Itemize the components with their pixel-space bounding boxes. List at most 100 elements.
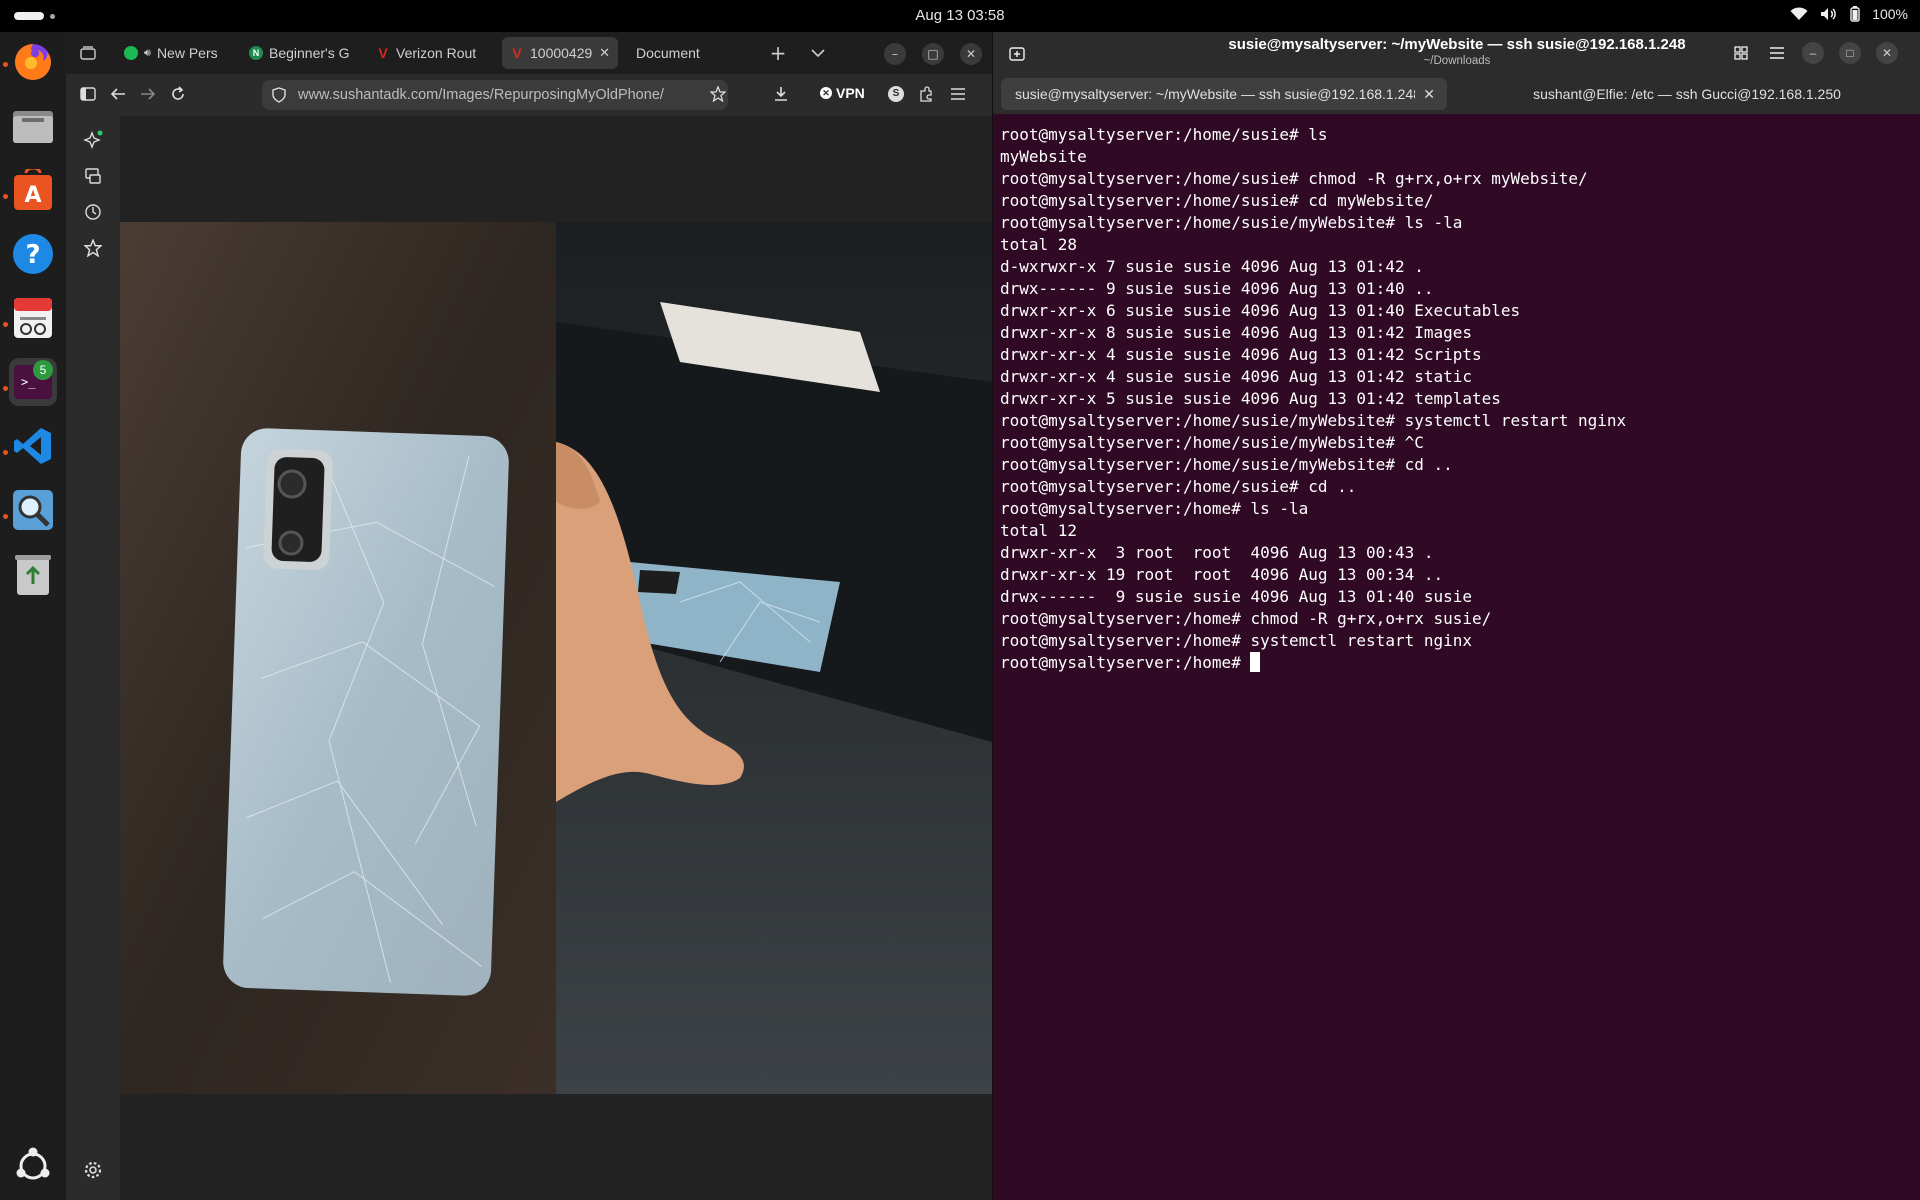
close-window-button[interactable]: ✕ [1876,42,1898,64]
terminal-line: root@mysaltyserver:/home/susie/myWebsite… [1000,411,1627,430]
tab-label: Beginner's G [269,45,350,61]
speaker-icon: 🔊︎ [144,46,151,59]
minimize-button[interactable]: – [1802,42,1824,64]
hamburger-menu-icon[interactable] [1765,41,1789,65]
system-tray[interactable]: 100% [1790,6,1908,22]
terminal-output[interactable]: root@mysaltyserver:/home/susie# ls myWebs… [1000,124,1914,674]
running-indicator [3,514,8,519]
vpn-button[interactable]: ✕ VPN [820,85,865,101]
terminal-icon[interactable]: >_ 5 [9,358,57,406]
text-cursor [1250,652,1261,672]
svg-text:?: ? [25,240,40,270]
terminal-prompt: root@mysaltyserver:/home# [1000,653,1251,672]
vscode-icon[interactable] [9,422,57,470]
history-clock-icon[interactable] [81,200,105,224]
sidebar-toggle-icon[interactable] [76,82,100,106]
trash-icon[interactable] [9,550,57,598]
terminal-window: susie@mysaltyserver: ~/myWebsite — ssh s… [992,32,1920,1200]
tab-label: New Pers [156,45,218,61]
tab-document[interactable]: Document [628,37,738,69]
tab-verizon-router[interactable]: V Verizon Rout [368,37,493,69]
synced-tabs-icon[interactable] [81,164,105,188]
page-content [120,116,992,1200]
bookmarks-star-icon[interactable] [81,236,105,260]
tab-beginners[interactable]: N Beginner's G [241,37,366,69]
profile-icon[interactable]: S [884,82,908,106]
download-icon[interactable] [769,82,793,106]
terminal-line: drwx------ 9 susie susie 4096 Aug 13 01:… [1000,587,1473,606]
running-indicator [3,386,8,391]
back-arrow-icon[interactable] [106,82,130,106]
forward-arrow-icon[interactable] [136,82,160,106]
terminal-line: root@mysaltyserver:/home/susie/myWebsite… [1000,213,1463,232]
vpn-label: VPN [836,85,865,101]
extensions-icon[interactable] [914,82,938,106]
terminal-line: drwx------ 9 susie susie 4096 Aug 13 01:… [1000,279,1434,298]
app-center-icon[interactable]: A [9,166,57,214]
terminal-line: total 12 [1000,521,1078,540]
svg-text:A: A [24,183,41,208]
terminal-line: root@mysaltyserver:/home# ls -la [1000,499,1309,518]
minimize-button[interactable]: – [884,43,906,65]
terminal-line: d-wxrwxr-x 7 susie susie 4096 Aug 13 01:… [1000,257,1424,276]
chevron-down-icon[interactable] [806,41,830,65]
firefox-icon[interactable] [9,38,57,86]
terminal-tab-susie[interactable]: susie@mysaltyserver: ~/myWebsite — ssh s… [1001,78,1447,110]
maximize-button[interactable]: □ [922,43,944,65]
reload-icon[interactable] [166,82,190,106]
verizon-icon: V [512,45,522,61]
show-apps-icon[interactable] [9,1142,57,1190]
image-viewer-icon[interactable] [9,486,57,534]
terminal-line: root@mysaltyserver:/home/susie# cd myWeb… [1000,191,1434,210]
battery-icon [1850,6,1860,22]
settings-gear-icon[interactable] [81,1158,105,1182]
tab-bar: 🔊︎ New Pers N Beginner's G V Verizon Rou… [66,32,992,74]
maximize-button[interactable]: □ [1839,42,1861,64]
shield-icon [272,87,286,107]
help-icon[interactable]: ? [9,230,57,278]
tab-active-image[interactable]: V 10000429 ✕ [502,37,618,69]
terminal-line: drwxr-xr-x 8 susie susie 4096 Aug 13 01:… [1000,323,1473,342]
tab-label: 10000429 [530,45,593,61]
close-tab-icon[interactable]: ✕ [1423,86,1435,103]
terminal-line: root@mysaltyserver:/home/susie/myWebsite… [1000,433,1424,452]
files-icon[interactable] [9,102,57,150]
vpn-off-icon: ✕ [820,87,832,99]
menu-icon[interactable] [946,82,970,106]
terminal-line: root@mysaltyserver:/home/susie/myWebsite… [1000,455,1453,474]
tab-new-pers[interactable]: 🔊︎ New Pers [116,37,241,69]
bookmark-star-icon[interactable] [706,82,730,106]
terminal-line: root@mysaltyserver:/home# chmod -R g+rx,… [1000,609,1492,628]
close-tab-icon[interactable]: ✕ [599,45,610,61]
address-bar[interactable]: www.sushantadk.com/Images/RepurposingMyO… [262,80,728,110]
text-editor-icon[interactable] [9,294,57,342]
clock[interactable]: Aug 13 03:58 [0,7,1920,24]
volume-icon [1820,7,1838,21]
running-indicator [3,450,8,455]
verizon-icon: V [378,45,388,61]
new-tab-plus-icon[interactable]: + [766,41,790,65]
dock: A ? >_ 5 [0,32,66,1200]
terminal-line: drwxr-xr-x 19 root root 4096 Aug 13 00:3… [1000,565,1444,584]
svg-text:>_: >_ [21,375,36,389]
terminal-line: total 28 [1000,235,1078,254]
tab-label: sushant@Elfie: /etc — ssh Gucci@192.168.… [1533,86,1841,102]
battery-percent: 100% [1872,6,1908,22]
terminal-prompt-line: root@mysaltyserver:/home# [1000,652,1914,674]
terminal-line: drwxr-xr-x 4 susie susie 4096 Aug 13 01:… [1000,345,1482,364]
terminal-tab-elfie[interactable]: sushant@Elfie: /etc — ssh Gucci@192.168.… [1461,78,1913,110]
terminal-line: drwxr-xr-x 3 root root 4096 Aug 13 00:43… [1000,543,1434,562]
terminal-line: myWebsite [1000,147,1087,166]
broken-phone-photo [120,222,992,1094]
terminal-line: root@mysaltyserver:/home/susie# chmod -R… [1000,169,1588,188]
close-window-button[interactable]: ✕ [960,43,982,65]
notion-n-icon: N [249,46,263,60]
browser-sidebar [66,114,120,1200]
navigation-bar: www.sushantadk.com/Images/RepurposingMyO… [66,74,992,114]
tab-overview-icon[interactable] [1729,41,1753,65]
tab-list-icon[interactable] [76,41,100,65]
ai-sparkle-icon[interactable] [81,128,105,152]
top-bar: Aug 13 03:58 100% [0,0,1920,32]
running-indicator [3,194,8,199]
tab-label: susie@mysaltyserver: ~/myWebsite — ssh s… [1015,86,1415,102]
